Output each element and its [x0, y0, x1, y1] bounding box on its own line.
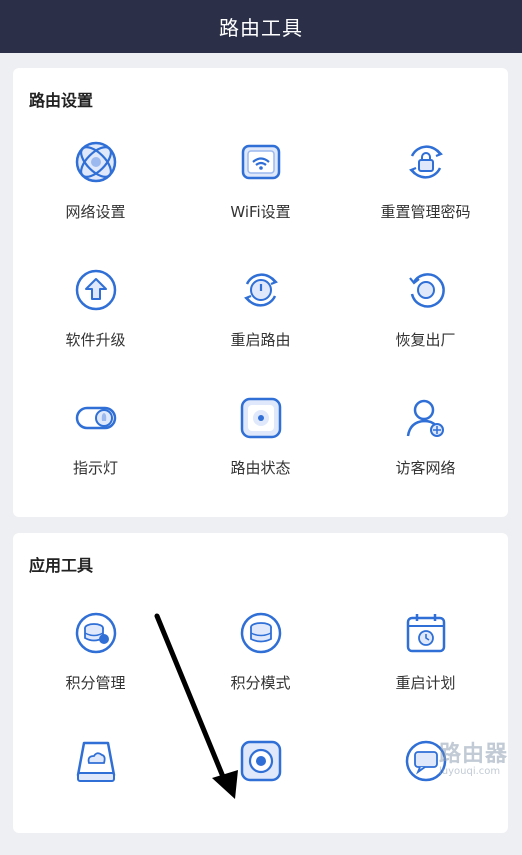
app-tools-card: 应用工具 积分管理 积分模式 重启计划 — [13, 533, 508, 833]
tile-label: 积分管理 — [65, 674, 126, 692]
section-title-router-settings: 路由设置 — [29, 91, 94, 110]
tile-network-settings[interactable]: 网络设置 — [13, 128, 178, 256]
tile-restart-schedule[interactable]: 重启计划 — [343, 599, 508, 727]
tile-label: 重启路由 — [230, 331, 291, 349]
tile-label: 重置管理密码 — [380, 203, 471, 221]
lock-reset-icon — [404, 140, 448, 184]
tile-factory-reset[interactable]: 恢复出厂 — [343, 256, 508, 384]
tile-label: 网络设置 — [65, 203, 126, 221]
tile-cloud-storage[interactable] — [13, 727, 178, 855]
tile-label: 软件升级 — [65, 331, 126, 349]
tile-points-management[interactable]: 积分管理 — [13, 599, 178, 727]
tile-wifi-settings[interactable]: WiFi设置 — [178, 128, 343, 256]
power-restart-icon — [239, 268, 283, 312]
upgrade-arrow-icon — [74, 268, 118, 312]
factory-reset-icon — [404, 268, 448, 312]
points-manage-icon — [74, 611, 118, 655]
tile-target-device[interactable] — [178, 727, 343, 855]
tile-label: 积分模式 — [230, 674, 291, 692]
watermark-url: luyouqi.com — [438, 766, 501, 777]
indicator-toggle-icon — [74, 396, 118, 440]
tile-label: 路由状态 — [230, 459, 291, 477]
tile-software-upgrade[interactable]: 软件升级 — [13, 256, 178, 384]
globe-icon — [74, 140, 118, 184]
tile-restart-router[interactable]: 重启路由 — [178, 256, 343, 384]
cloud-storage-icon — [74, 739, 118, 783]
router-settings-card: 路由设置 网络设置 WiFi设置 重置管理密码 软件升级 重启路由 恢复出厂 指… — [13, 68, 508, 517]
points-mode-icon — [239, 611, 283, 655]
watermark: 路由器 luyouqi.com — [439, 736, 508, 777]
tile-label: WiFi设置 — [230, 203, 291, 221]
tile-label: 恢复出厂 — [395, 331, 456, 349]
guest-user-icon — [404, 396, 448, 440]
target-device-icon — [239, 739, 283, 783]
tile-indicator-light[interactable]: 指示灯 — [13, 384, 178, 512]
top-bar: 路由工具 — [0, 0, 522, 53]
watermark-text: 路由器 — [438, 742, 508, 767]
tile-points-mode[interactable]: 积分模式 — [178, 599, 343, 727]
tile-reset-admin-password[interactable]: 重置管理密码 — [343, 128, 508, 256]
tile-label: 指示灯 — [72, 459, 118, 477]
tile-guest-network[interactable]: 访客网络 — [343, 384, 508, 512]
wifi-icon — [239, 140, 283, 184]
page-title: 路由工具 — [219, 16, 303, 40]
tile-label: 访客网络 — [395, 459, 456, 477]
section-title-app-tools: 应用工具 — [29, 556, 94, 575]
router-status-icon — [239, 396, 283, 440]
tile-router-status[interactable]: 路由状态 — [178, 384, 343, 512]
tile-label: 重启计划 — [395, 674, 456, 692]
restart-schedule-icon — [404, 611, 448, 655]
